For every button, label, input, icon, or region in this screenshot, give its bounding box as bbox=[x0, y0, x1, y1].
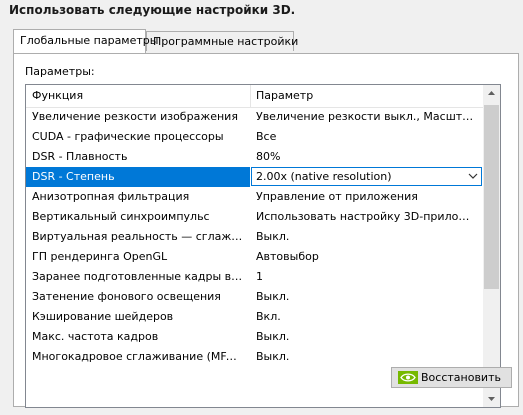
table-row[interactable]: Многокадровое сглаживание (MFAA) Выкл. bbox=[26, 347, 483, 367]
setting-cell: Все bbox=[256, 130, 277, 143]
table-row[interactable]: Увеличение резкости изображения Увеличени… bbox=[26, 107, 483, 127]
column-divider[interactable] bbox=[250, 85, 251, 107]
feature-cell: Анизотропная фильтрация bbox=[32, 190, 190, 203]
setting-cell: Использовать настройку 3D-приложения bbox=[256, 210, 476, 223]
feature-cell: Многокадровое сглаживание (MFAA) bbox=[32, 350, 244, 363]
feature-cell: DSR - Степень bbox=[26, 167, 250, 187]
feature-cell: DSR - Плавность bbox=[32, 150, 128, 163]
vertical-scrollbar[interactable] bbox=[483, 85, 500, 407]
scroll-down-arrow-icon[interactable] bbox=[483, 390, 500, 407]
setting-cell: Увеличение резкости выкл., Масштабир... bbox=[256, 110, 476, 123]
scrollbar-thumb[interactable] bbox=[484, 105, 499, 289]
feature-cell: CUDA - графические процессоры bbox=[32, 130, 224, 143]
grid-header: Функция Параметр bbox=[26, 85, 483, 108]
table-row[interactable]: Затенение фонового освещения Выкл. bbox=[26, 287, 483, 307]
setting-cell: Вкл. bbox=[256, 310, 281, 323]
feature-cell: Заранее подготовленные кадры вирту... bbox=[32, 270, 244, 283]
table-row[interactable]: ГП рендеринга OpenGL Автовыбор bbox=[26, 247, 483, 267]
setting-cell: Выкл. bbox=[256, 330, 290, 343]
table-row[interactable]: Макс. частота кадров Выкл. bbox=[26, 327, 483, 347]
restore-button[interactable]: Восстановить bbox=[391, 367, 512, 388]
table-row-selected[interactable]: DSR - Степень 2.00x (native resolution) bbox=[26, 167, 483, 187]
feature-cell: Кэширование шейдеров bbox=[32, 310, 174, 323]
dsr-factor-dropdown[interactable]: 2.00x (native resolution) bbox=[251, 167, 482, 186]
feature-cell: Виртуальная реальность — сглаживан... bbox=[32, 230, 244, 243]
setting-cell: Выкл. bbox=[256, 350, 290, 363]
dropdown-value: 2.00x (native resolution) bbox=[256, 170, 392, 183]
settings-grid: Функция Параметр Увеличение резкости изо… bbox=[25, 84, 501, 408]
feature-cell: ГП рендеринга OpenGL bbox=[32, 250, 168, 263]
setting-cell: Автовыбор bbox=[256, 250, 319, 263]
table-row[interactable]: DSR - Плавность 80% bbox=[26, 147, 483, 167]
feature-cell: Макс. частота кадров bbox=[32, 330, 159, 343]
table-row[interactable]: Кэширование шейдеров Вкл. bbox=[26, 307, 483, 327]
settings-panel: Параметры: Функция Параметр Увеличение р… bbox=[13, 53, 519, 408]
nvidia-logo-icon bbox=[398, 371, 418, 384]
parameters-label: Параметры: bbox=[25, 65, 95, 78]
setting-cell: Выкл. bbox=[256, 230, 290, 243]
settings-heading: Использовать следующие настройки 3D. bbox=[9, 3, 296, 17]
setting-cell: 1 bbox=[256, 270, 263, 283]
column-header-setting[interactable]: Параметр bbox=[256, 85, 313, 107]
scroll-up-arrow-icon[interactable] bbox=[483, 85, 500, 102]
setting-cell: Выкл. bbox=[256, 290, 290, 303]
feature-cell: Увеличение резкости изображения bbox=[32, 110, 238, 123]
feature-cell: Затенение фонового освещения bbox=[32, 290, 221, 303]
setting-cell: Управление от приложения bbox=[256, 190, 418, 203]
grid-rows: Увеличение резкости изображения Увеличени… bbox=[26, 107, 483, 407]
table-row[interactable]: CUDA - графические процессоры Все bbox=[26, 127, 483, 147]
setting-cell: 80% bbox=[256, 150, 281, 163]
tab-program-settings[interactable]: Программные настройки bbox=[146, 31, 298, 51]
column-header-feature[interactable]: Функция bbox=[32, 85, 83, 107]
table-row[interactable]: Виртуальная реальность — сглаживан... Вык… bbox=[26, 227, 483, 247]
table-row[interactable]: Вертикальный синхроимпульс Использовать н… bbox=[26, 207, 483, 227]
chevron-down-icon[interactable] bbox=[468, 172, 478, 180]
tab-global-settings[interactable]: Глобальные параметры bbox=[13, 29, 158, 53]
feature-cell: Вертикальный синхроимпульс bbox=[32, 210, 210, 223]
table-row[interactable]: Заранее подготовленные кадры вирту... 1 bbox=[26, 267, 483, 287]
restore-button-label: Восстановить bbox=[421, 371, 501, 384]
table-row[interactable]: Анизотропная фильтрация Управление от при… bbox=[26, 187, 483, 207]
